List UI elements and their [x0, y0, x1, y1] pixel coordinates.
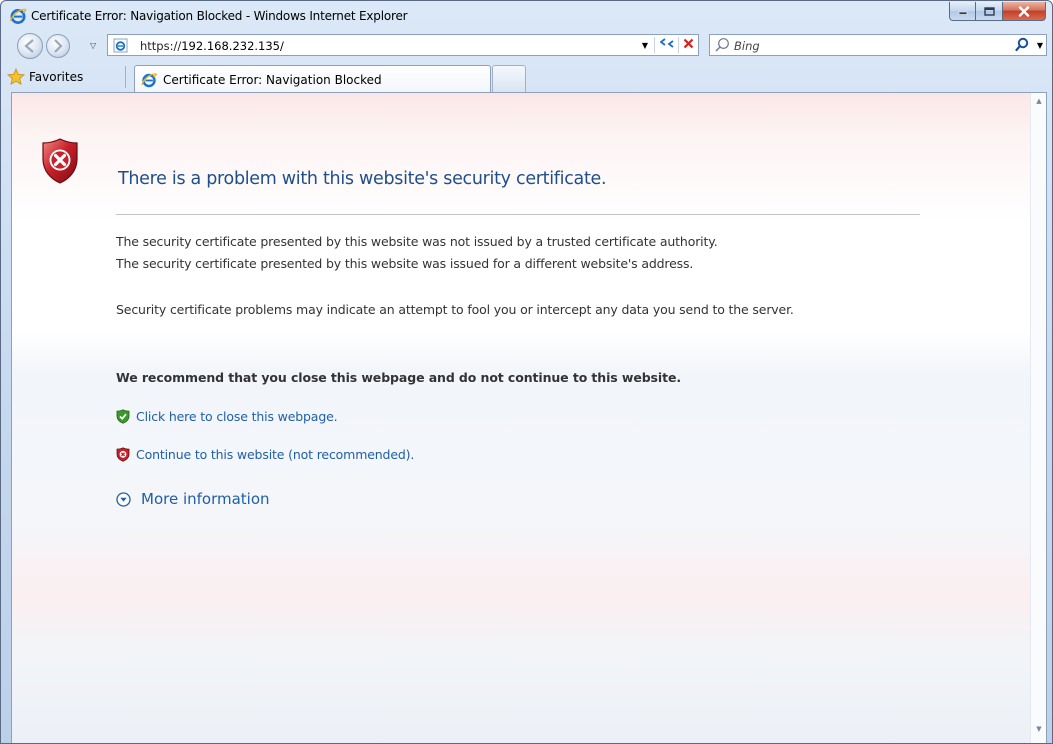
- favorites-bar: Favorites Certificate Error: Navigation …: [1, 62, 1052, 93]
- issue-line: The security certificate presented by th…: [116, 256, 694, 271]
- address-dropdown-button[interactable]: ▼: [636, 41, 654, 50]
- shield-x-small-icon: [116, 447, 130, 462]
- address-bar[interactable]: https://192.168.232.135/ ▼: [107, 34, 699, 56]
- stop-button[interactable]: [678, 37, 698, 53]
- page-heading: There is a problem with this website's s…: [118, 169, 607, 189]
- title-bar[interactable]: Certificate Error: Navigation Blocked - …: [1, 1, 1052, 31]
- address-bar-buttons: ▼: [636, 35, 698, 55]
- search-box[interactable]: Bing ▼: [709, 34, 1047, 56]
- window-controls: [949, 2, 1046, 22]
- forward-button[interactable]: [46, 34, 70, 58]
- continue-to-website-link[interactable]: Continue to this website (not recommende…: [116, 447, 414, 462]
- url-text[interactable]: https://192.168.232.135/: [140, 39, 284, 53]
- browser-window: Certificate Error: Navigation Blocked - …: [0, 0, 1053, 744]
- internet-explorer-icon: [141, 72, 157, 87]
- page-ie-icon: [113, 38, 128, 53]
- navigation-bar: ▽ https://192.168.232.135/ ▼ Bing ▼: [1, 31, 1052, 59]
- search-options-dropdown[interactable]: ▼: [1037, 41, 1043, 50]
- maximize-button[interactable]: [976, 2, 1003, 21]
- refresh-icon: [659, 38, 674, 48]
- search-icon: [715, 38, 729, 52]
- url-host: 192.168.232.135/: [181, 39, 284, 53]
- shield-check-icon: [116, 409, 130, 424]
- favorites-separator: [125, 66, 126, 88]
- recent-pages-dropdown[interactable]: ▽: [90, 41, 96, 50]
- warning-text: Security certificate problems may indica…: [116, 302, 794, 317]
- internet-explorer-icon: [9, 8, 27, 24]
- vertical-scrollbar[interactable]: ▲ ▼: [1030, 93, 1046, 743]
- tab-label: Certificate Error: Navigation Blocked: [163, 72, 382, 87]
- window-title: Certificate Error: Navigation Blocked - …: [31, 9, 408, 23]
- scroll-up-arrow-icon[interactable]: ▲: [1031, 97, 1046, 113]
- refresh-button[interactable]: [654, 37, 678, 53]
- arrow-right-icon: [54, 39, 63, 53]
- issue-line: The security certificate presented by th…: [116, 234, 718, 249]
- page-content: There is a problem with this website's s…: [11, 92, 1047, 743]
- more-information-label: More information: [141, 490, 270, 508]
- close-window-button[interactable]: [1003, 2, 1046, 21]
- search-placeholder: Bing: [734, 39, 760, 53]
- expand-circle-icon: [116, 491, 131, 507]
- scroll-down-arrow-icon[interactable]: ▼: [1031, 725, 1046, 741]
- minimize-icon: [958, 11, 967, 15]
- search-button-icon[interactable]: [1014, 36, 1030, 54]
- heading-divider: [116, 214, 920, 215]
- close-webpage-label: Click here to close this webpage.: [136, 409, 338, 424]
- arrow-left-icon: [24, 39, 34, 53]
- close-webpage-link[interactable]: Click here to close this webpage.: [116, 409, 338, 424]
- close-icon: [1018, 5, 1030, 17]
- more-information-toggle[interactable]: More information: [116, 490, 270, 508]
- recommendation-text: We recommend that you close this webpage…: [116, 370, 681, 385]
- favorites-label: Favorites: [29, 70, 84, 84]
- star-icon: [7, 68, 25, 86]
- tab-certificate-error[interactable]: Certificate Error: Navigation Blocked: [134, 65, 491, 93]
- stop-x-icon: [683, 38, 694, 49]
- shield-x-icon: [42, 138, 78, 184]
- continue-label: Continue to this website (not recommende…: [136, 447, 415, 462]
- favorites-button[interactable]: Favorites: [7, 66, 83, 88]
- new-tab-button[interactable]: [492, 65, 526, 92]
- maximize-icon: [983, 6, 995, 16]
- back-button[interactable]: [17, 33, 43, 59]
- url-prefix: https://: [140, 39, 182, 53]
- certificate-issues: The security certificate presented by th…: [116, 231, 718, 275]
- minimize-button[interactable]: [949, 2, 976, 21]
